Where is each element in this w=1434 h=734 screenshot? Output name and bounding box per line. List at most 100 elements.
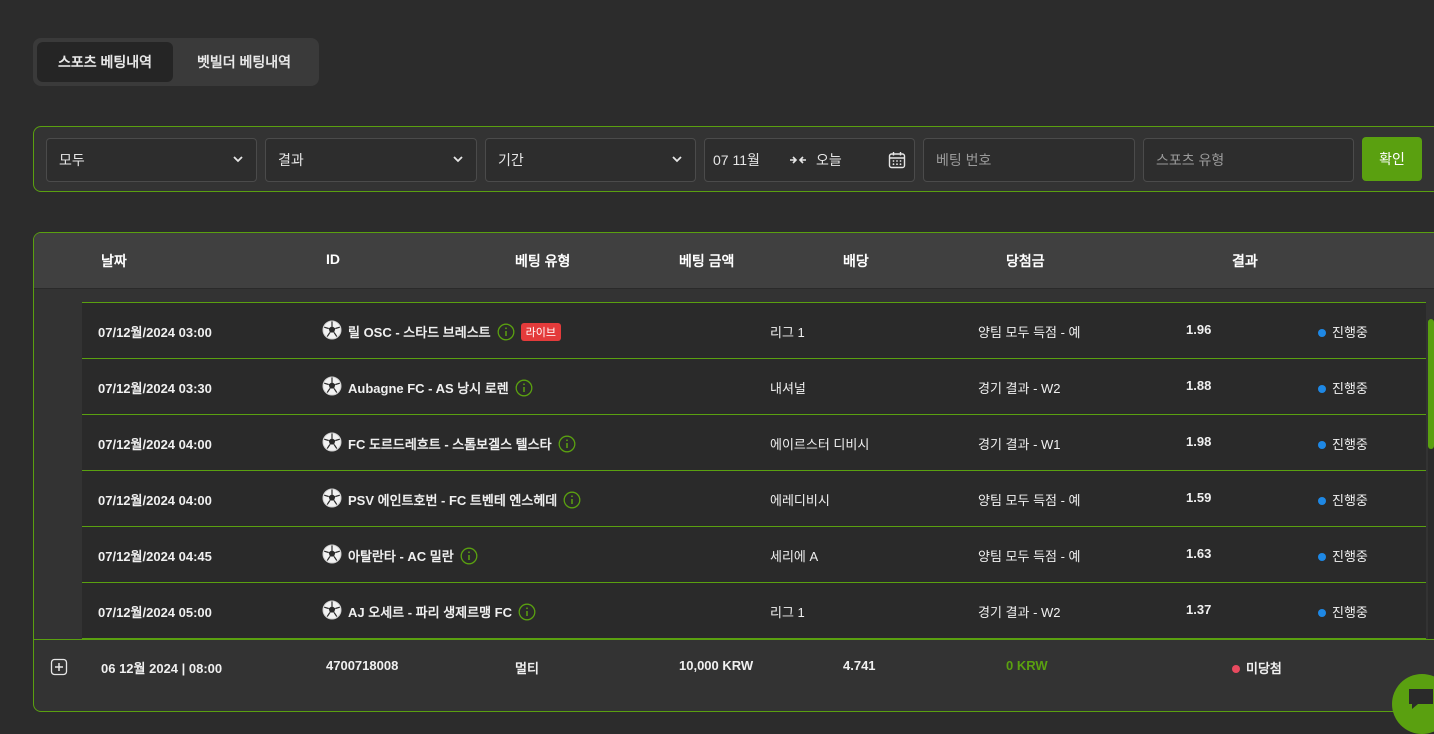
- row-market: 경기 결과 - W2: [978, 605, 1061, 620]
- bet-history-table: 날짜 ID 베팅 유형 베팅 금액 배당 당첨금 결과 07/12월/2024 …: [33, 232, 1434, 712]
- row-status: 진행중: [1318, 378, 1368, 397]
- tab-sports-bets[interactable]: 스포츠 베팅내역: [37, 42, 173, 82]
- chevron-down-icon: [453, 156, 463, 163]
- sport-type-placeholder: 스포츠 유형: [1156, 152, 1225, 168]
- row-match: AJ 오세르 - 파리 생제르맹 FC: [348, 602, 536, 621]
- soccer-ball-icon: [322, 544, 342, 564]
- sport-type-input[interactable]: 스포츠 유형: [1143, 138, 1354, 182]
- info-icon[interactable]: [563, 491, 581, 509]
- row-league: 세리에 A: [770, 549, 819, 564]
- date-range-picker[interactable]: 07 11월 오늘: [704, 138, 915, 182]
- plus-square-icon[interactable]: [50, 658, 68, 676]
- row-odds: 1.63: [1186, 546, 1212, 561]
- status-dot: [1318, 496, 1326, 505]
- row-status: 진행중: [1318, 322, 1368, 341]
- row-match-name: PSV 에인트호번 - FC 트벤테 엔스헤데: [348, 493, 558, 508]
- table-row: 07/12월/2024 03:00 릴 OSC - 스타드 브레스트 라이브 리그…: [82, 303, 1426, 359]
- row-league: 에이르스터 디비시: [770, 437, 870, 452]
- table-row: 07/12월/2024 04:00 PSV 에인트호번 - FC 트벤테 엔스헤…: [82, 471, 1426, 527]
- header-odds: 배당: [843, 253, 869, 269]
- filter-bar: 모두 결과 기간 07 11월 오늘 베팅 번호 스포츠 유형 확인: [33, 126, 1434, 192]
- soccer-ball-icon: [322, 488, 342, 508]
- row-status: 진행중: [1318, 434, 1368, 453]
- row-status-label: 진행중: [1332, 493, 1368, 508]
- date-from: 07 11월: [713, 152, 760, 168]
- row-league: 에레디비시: [770, 493, 830, 508]
- period-select[interactable]: 기간: [485, 138, 696, 182]
- soccer-ball-icon: [322, 320, 342, 340]
- table-header: 날짜 ID 베팅 유형 베팅 금액 배당 당첨금 결과: [34, 233, 1434, 289]
- status-dot: [1232, 664, 1240, 673]
- bet-number-placeholder: 베팅 번호: [936, 152, 992, 168]
- row-date: 07/12월/2024 03:30: [98, 381, 212, 396]
- status-dot: [1318, 552, 1326, 561]
- header-id: ID: [326, 251, 340, 267]
- row-status-label: 진행중: [1332, 605, 1368, 620]
- row-date: 07/12월/2024 04:00: [98, 437, 212, 452]
- calendar-icon[interactable]: [888, 151, 906, 169]
- summary-result: 미당첨: [1232, 658, 1282, 677]
- table-row: 07/12월/2024 04:00 FC 도르드레흐트 - 스톰보겔스 텔스타 …: [82, 415, 1426, 471]
- row-date: 07/12월/2024 04:00: [98, 493, 212, 508]
- row-league: 내셔널: [770, 381, 806, 396]
- status-dot: [1318, 608, 1326, 617]
- row-market: 경기 결과 - W2: [978, 381, 1061, 396]
- header-date: 날짜: [101, 253, 127, 269]
- row-market: 양팀 모두 득점 - 예: [978, 549, 1081, 564]
- chevron-down-icon: [233, 156, 243, 163]
- tab-betbuilder-bets[interactable]: 벳빌더 베팅내역: [173, 42, 315, 82]
- summary-date: 06 12월 2024 | 08:00: [101, 661, 223, 676]
- row-date: 07/12월/2024 05:00: [98, 605, 212, 620]
- summary-stake: 10,000 KRW: [679, 658, 754, 673]
- row-match-name: FC 도르드레흐트 - 스톰보겔스 텔스타: [348, 437, 552, 452]
- scrollbar-thumb[interactable]: [1428, 319, 1434, 449]
- confirm-button[interactable]: 확인: [1362, 137, 1422, 181]
- row-status-label: 진행중: [1332, 437, 1368, 452]
- soccer-ball-icon: [322, 376, 342, 396]
- info-icon[interactable]: [515, 379, 533, 397]
- bet-history-tabs: 스포츠 베팅내역 벳빌더 베팅내역: [33, 38, 319, 86]
- header-bet-type: 베팅 유형: [515, 253, 571, 269]
- table-row: 07/12월/2024 05:00 AJ 오세르 - 파리 생제르맹 FC 리그…: [82, 583, 1426, 639]
- table-row: 07/12월/2024 03:30 Aubagne FC - AS 낭시 로렌 …: [82, 359, 1426, 415]
- header-result: 결과: [1232, 253, 1258, 269]
- row-odds: 1.37: [1186, 602, 1212, 617]
- row-odds: 1.98: [1186, 434, 1212, 449]
- row-status-label: 진행중: [1332, 381, 1368, 396]
- header-winnings: 당첨금: [1006, 253, 1045, 269]
- row-match-name: 릴 OSC - 스타드 브레스트: [348, 325, 491, 340]
- header-stake: 베팅 금액: [679, 253, 735, 269]
- arrows-icon: [790, 156, 806, 164]
- period-select-value: 기간: [498, 152, 524, 168]
- row-odds: 1.88: [1186, 378, 1212, 393]
- row-status-label: 진행중: [1332, 325, 1368, 340]
- soccer-ball-icon: [322, 432, 342, 452]
- result-select[interactable]: 결과: [265, 138, 477, 182]
- summary-id: 4700718008: [326, 658, 399, 673]
- bet-summary-row: 06 12월 2024 | 08:00 4700718008 멀티 10,000…: [34, 639, 1434, 695]
- row-match: PSV 에인트호번 - FC 트벤테 엔스헤데: [348, 490, 581, 509]
- summary-result-label: 미당첨: [1246, 661, 1282, 676]
- row-date: 07/12월/2024 04:45: [98, 549, 212, 564]
- info-icon[interactable]: [518, 603, 536, 621]
- result-select-value: 결과: [278, 152, 304, 168]
- summary-winnings: 0 KRW: [1006, 658, 1048, 673]
- chat-icon: [1409, 689, 1433, 709]
- live-badge: 라이브: [520, 323, 562, 342]
- bet-number-input[interactable]: 베팅 번호: [923, 138, 1135, 182]
- row-status: 진행중: [1318, 602, 1368, 621]
- row-league: 리그 1: [770, 605, 805, 620]
- row-status: 진행중: [1318, 490, 1368, 509]
- info-icon[interactable]: [497, 323, 515, 341]
- info-icon[interactable]: [558, 435, 576, 453]
- type-select[interactable]: 모두: [46, 138, 257, 182]
- row-status-label: 진행중: [1332, 549, 1368, 564]
- row-status: 진행중: [1318, 546, 1368, 565]
- summary-bet-type: 멀티: [515, 661, 539, 676]
- row-match-name: Aubagne FC - AS 낭시 로렌: [348, 381, 509, 396]
- info-icon[interactable]: [460, 547, 478, 565]
- row-market: 양팀 모두 득점 - 예: [978, 325, 1081, 340]
- row-match: 아탈란타 - AC 밀란: [348, 546, 478, 565]
- row-match: FC 도르드레흐트 - 스톰보겔스 텔스타: [348, 434, 576, 453]
- row-match-name: 아탈란타 - AC 밀란: [348, 549, 454, 564]
